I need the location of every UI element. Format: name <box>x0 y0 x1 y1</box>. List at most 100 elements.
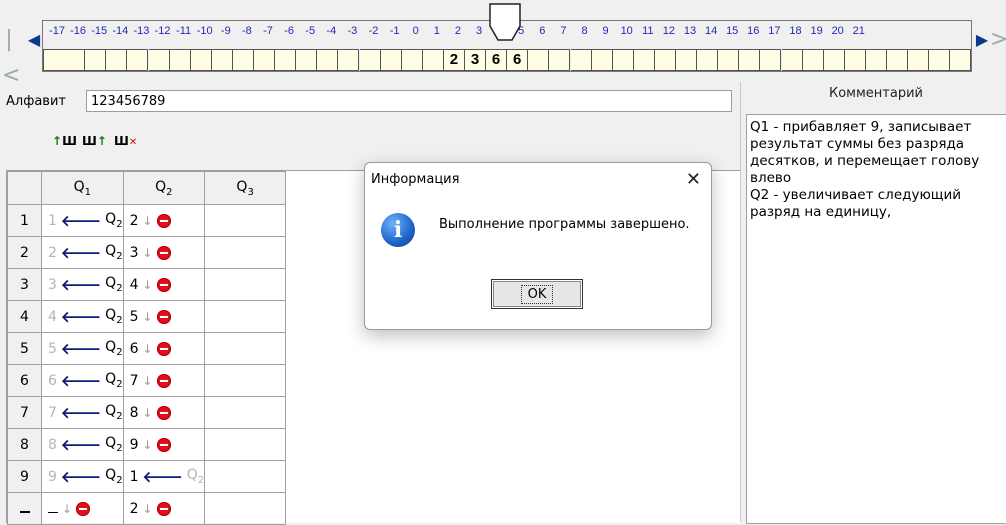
tape-cell[interactable] <box>802 49 824 71</box>
tape-last-button[interactable]: >| <box>990 22 1006 58</box>
row-symbol-header[interactable]: 8 <box>7 428 42 461</box>
transition-cell[interactable] <box>204 268 287 301</box>
tape-cell[interactable] <box>85 49 107 71</box>
tape-prev-icon[interactable]: ◀ <box>26 22 42 58</box>
transition-cell[interactable] <box>204 396 287 429</box>
row-symbol-header[interactable]: 5 <box>7 332 42 365</box>
tape-cell[interactable] <box>106 49 128 71</box>
write-symbol: 7 <box>48 404 57 421</box>
tape-cell[interactable] <box>633 49 655 71</box>
close-icon[interactable]: ✕ <box>686 169 701 190</box>
tape-cell[interactable] <box>64 49 86 71</box>
tape-cell[interactable] <box>275 49 297 71</box>
tape-cell[interactable] <box>865 49 887 71</box>
alphabet-input[interactable] <box>86 90 732 112</box>
transition-cell[interactable]: 6 🡐 Q2 <box>41 364 124 397</box>
row-symbol-header[interactable]: 6 <box>7 364 42 397</box>
tape-cell[interactable] <box>169 49 191 71</box>
tape-cell[interactable] <box>844 49 866 71</box>
tape-cell[interactable] <box>317 49 339 71</box>
write-symbol: 9 <box>48 468 57 485</box>
row-symbol-header[interactable]: 3 <box>7 268 42 301</box>
tape-cell[interactable] <box>781 49 803 71</box>
tape-cell[interactable] <box>190 49 212 71</box>
transition-cell[interactable]: 3 🡐 Q2 <box>41 268 124 301</box>
transition-cell[interactable]: 3 ↓ <box>122 236 206 269</box>
tape-cell[interactable] <box>401 49 423 71</box>
tape-cell[interactable] <box>232 49 254 71</box>
tape-cell[interactable]: 2 <box>443 49 465 71</box>
panel-splitter[interactable] <box>740 82 741 522</box>
transition-cell[interactable]: 1 🡐 Q2 <box>41 204 124 237</box>
tape-cell[interactable] <box>718 49 740 71</box>
transition-cell[interactable]: 5 🡐 Q2 <box>41 332 124 365</box>
row-symbol-header[interactable]: 1 <box>7 204 42 237</box>
dialog-titlebar[interactable]: Информация ✕ <box>365 163 711 197</box>
comment-textarea[interactable]: Q1 - прибавляет 9, записывает результат … <box>746 114 1006 524</box>
state-column-header[interactable]: Q2 <box>122 171 206 205</box>
transition-cell[interactable]: 4 ↓ <box>122 268 206 301</box>
tape-cell[interactable] <box>359 49 381 71</box>
state-column-header[interactable]: Q1 <box>41 171 124 205</box>
tape-cell[interactable] <box>296 49 318 71</box>
tape-cell[interactable] <box>148 49 170 71</box>
transition-cell[interactable]: 4 🡐 Q2 <box>41 300 124 333</box>
tape-cell[interactable] <box>908 49 930 71</box>
tape-cell[interactable]: 6 <box>486 49 508 71</box>
transition-cell[interactable]: 5 ↓ <box>122 300 206 333</box>
row-symbol-header[interactable]: 9 <box>7 460 42 493</box>
transition-cell[interactable] <box>204 204 287 237</box>
row-symbol-header[interactable]: 4 <box>7 300 42 333</box>
blank-symbol <box>48 504 58 513</box>
transition-cell[interactable] <box>204 332 287 365</box>
tape-cell[interactable] <box>380 49 402 71</box>
transition-cell[interactable]: 9 ↓ <box>122 428 206 461</box>
tape-cell[interactable] <box>929 49 951 71</box>
tape-cell[interactable] <box>570 49 592 71</box>
insert-column-icon[interactable]: ↑Ш <box>52 134 77 154</box>
tape-cell[interactable] <box>697 49 719 71</box>
tape-head-icon[interactable] <box>486 2 524 42</box>
transition-cell[interactable] <box>204 236 287 269</box>
tape-cell[interactable] <box>338 49 360 71</box>
tape-cell[interactable] <box>254 49 275 71</box>
state-column-header[interactable]: Q3 <box>204 171 287 205</box>
transition-cell[interactable] <box>204 460 287 493</box>
tape-next-icon[interactable]: ▶ <box>974 22 990 58</box>
tape-cell[interactable] <box>950 49 972 71</box>
row-symbol-header[interactable]: 2 <box>7 236 42 269</box>
tape-cell[interactable] <box>422 49 444 71</box>
ok-button[interactable]: OK <box>491 279 583 309</box>
tape-cell[interactable] <box>127 49 149 71</box>
transition-cell[interactable]: 2 🡐 Q2 <box>41 236 124 269</box>
tape-cell[interactable] <box>549 49 571 71</box>
transition-cell[interactable]: 7 ↓ <box>122 364 206 397</box>
row-symbol-header[interactable]: 7 <box>7 396 42 429</box>
transition-cell[interactable]: 2 ↓ <box>122 204 206 237</box>
tape-cell[interactable] <box>591 49 613 71</box>
tape-cell[interactable]: 3 <box>465 49 486 71</box>
tape-cell[interactable] <box>528 49 550 71</box>
append-column-icon[interactable]: Ш↑ <box>82 134 107 154</box>
transition-cell[interactable] <box>204 428 287 461</box>
tape-cell[interactable] <box>211 49 233 71</box>
tape-cell[interactable] <box>676 49 697 71</box>
tape-cell[interactable] <box>43 49 65 71</box>
tape-cell[interactable] <box>760 49 782 71</box>
transition-cell[interactable]: 9 🡐 Q2 <box>41 460 124 493</box>
transition-cell[interactable] <box>204 364 287 397</box>
transition-cell[interactable]: 7 🡐 Q2 <box>41 396 124 429</box>
transition-cell[interactable]: 1 🡐 Q2 <box>122 460 206 493</box>
tape-cell[interactable] <box>654 49 676 71</box>
tape-cell[interactable] <box>887 49 908 71</box>
transition-cell[interactable]: 6 ↓ <box>122 332 206 365</box>
transition-cell[interactable]: 8 🡐 Q2 <box>41 428 124 461</box>
tape-first-button[interactable]: |< <box>2 22 20 88</box>
tape-cell[interactable]: 6 <box>507 49 529 71</box>
tape-cell[interactable] <box>739 49 761 71</box>
tape-cell[interactable] <box>823 49 845 71</box>
delete-column-icon[interactable]: Ш✕ <box>114 134 137 154</box>
transition-cell[interactable] <box>204 300 287 333</box>
tape-cell[interactable] <box>612 49 634 71</box>
transition-cell[interactable]: 8 ↓ <box>122 396 206 429</box>
